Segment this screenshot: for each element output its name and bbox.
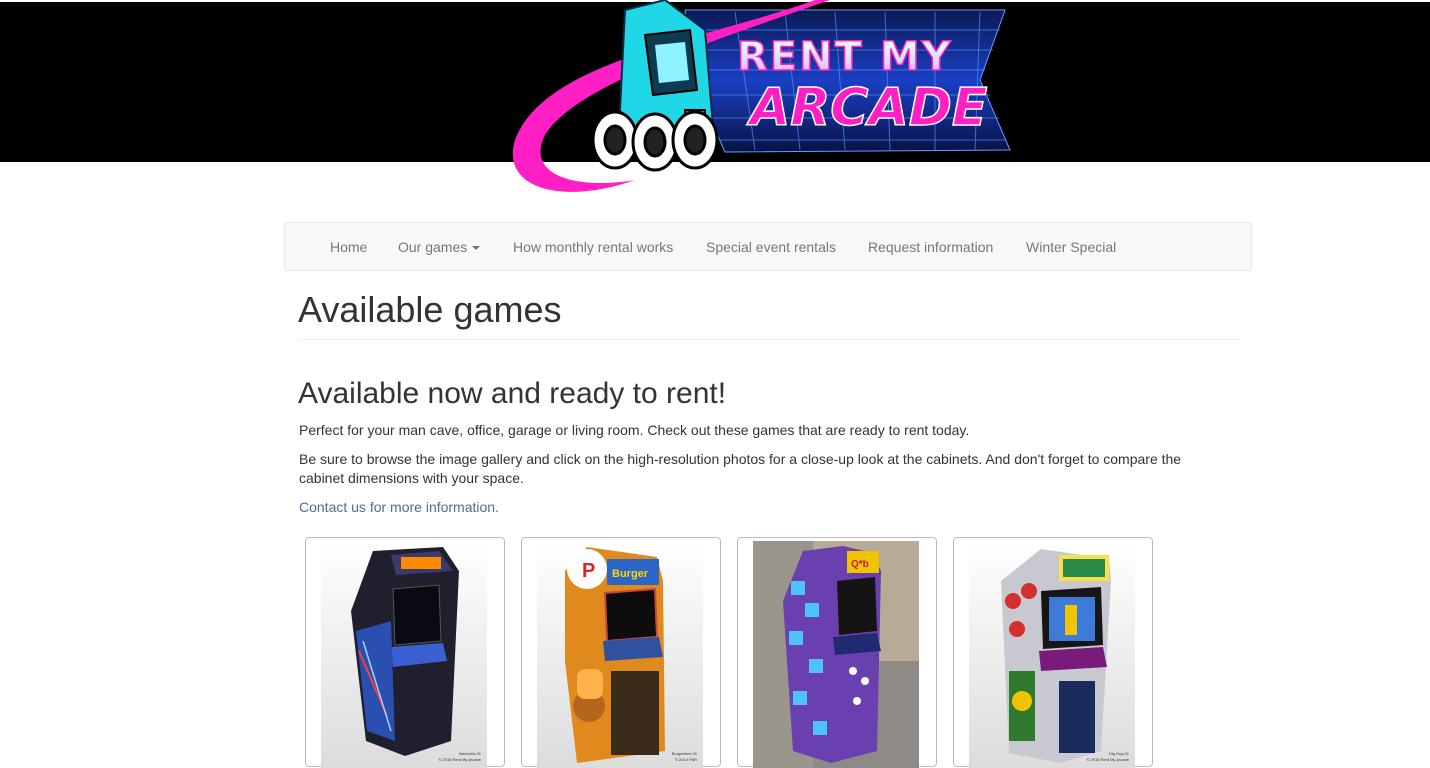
logo-text-line1: RENT MY: [737, 34, 953, 80]
digdug-caption-1: Dig Dug 01: [1109, 751, 1130, 756]
nav-request-info[interactable]: Request information: [868, 223, 993, 272]
digdug-cabinet-image: Dig Dug 01 © 2016 Rent My Arcade: [969, 541, 1135, 768]
wheels-logo-icon: [591, 110, 719, 172]
game-thumbnail-asteroids[interactable]: Asteroids 01 © 2016 Rent My Arcade: [305, 537, 505, 768]
page-title: Available games: [298, 289, 562, 330]
svg-text:Q*b: Q*b: [851, 559, 869, 570]
asteroids-caption-1: Asteroids 01: [459, 751, 482, 756]
game-thumbnail-burgertime[interactable]: P Burger Burgertime 01 © 2014 PAR: [521, 537, 721, 768]
nav-special-events[interactable]: Special event rentals: [706, 223, 836, 272]
game-thumbnail-digdug[interactable]: Dig Dug 01 © 2016 Rent My Arcade: [953, 537, 1153, 768]
main-navbar: Home Our games How monthly rental works …: [284, 222, 1252, 271]
title-divider: [298, 339, 1240, 340]
contact-link[interactable]: Contact us for more information.: [299, 498, 499, 517]
intro-paragraph: Perfect for your man cave, office, garag…: [299, 422, 970, 438]
burgertime-caption-2: © 2014 PAR: [675, 757, 697, 762]
logo-text-line2: ARCADE: [746, 78, 987, 138]
game-thumbnail-qbert[interactable]: Q*b: [737, 537, 937, 768]
nav-home[interactable]: Home: [330, 223, 367, 272]
site-logo[interactable]: RENT MY ARCADE: [505, 0, 1020, 210]
burgertime-caption-1: Burgertime 01: [672, 751, 698, 756]
asteroids-caption-2: © 2016 Rent My Arcade: [438, 757, 481, 762]
section-subtitle: Available now and ready to rent!: [298, 377, 727, 410]
asteroids-cabinet-image: Asteroids 01 © 2016 Rent My Arcade: [321, 541, 487, 768]
gallery-paragraph: Be sure to browse the image gallery and …: [299, 451, 1182, 486]
nav-our-games[interactable]: Our games: [398, 223, 481, 272]
svg-text:P: P: [582, 560, 595, 582]
burgertime-cabinet-image: P Burger Burgertime 01 © 2014 PAR: [537, 541, 703, 768]
nav-monthly-rental[interactable]: How monthly rental works: [513, 223, 673, 272]
nav-winter-special[interactable]: Winter Special: [1026, 223, 1116, 272]
caret-down-icon: [472, 246, 481, 251]
nav-our-games-label: Our games: [398, 239, 468, 255]
qbert-cabinet-image: Q*b: [753, 541, 919, 768]
svg-text:Burger: Burger: [612, 568, 649, 580]
digdug-caption-2: © 2016 Rent My Arcade: [1086, 757, 1129, 762]
